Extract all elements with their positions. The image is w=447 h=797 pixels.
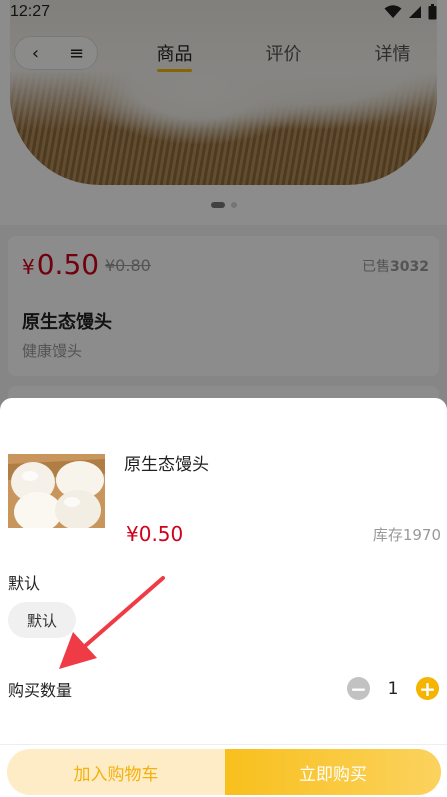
add-to-cart-button[interactable]: 加入购物车: [7, 749, 225, 795]
quantity-title: 购买数量: [8, 681, 73, 700]
spec-title: 默认: [8, 574, 41, 593]
plus-icon[interactable]: +: [416, 677, 439, 700]
annotation-arrow-icon: [59, 576, 165, 669]
steamed-buns-image: [8, 454, 105, 528]
product-thumbnail: [8, 454, 105, 528]
bottom-divider: [0, 744, 447, 745]
sku-stock: 库存1970: [372, 526, 441, 544]
quantity-stepper: − 1 +: [347, 677, 439, 700]
sku-product-name: 原生态馒头: [124, 455, 209, 475]
quantity-value[interactable]: 1: [370, 679, 416, 699]
minus-icon[interactable]: −: [347, 677, 370, 700]
sku-price: ¥0.50: [126, 522, 184, 546]
buy-now-button[interactable]: 立即购买: [225, 749, 441, 795]
